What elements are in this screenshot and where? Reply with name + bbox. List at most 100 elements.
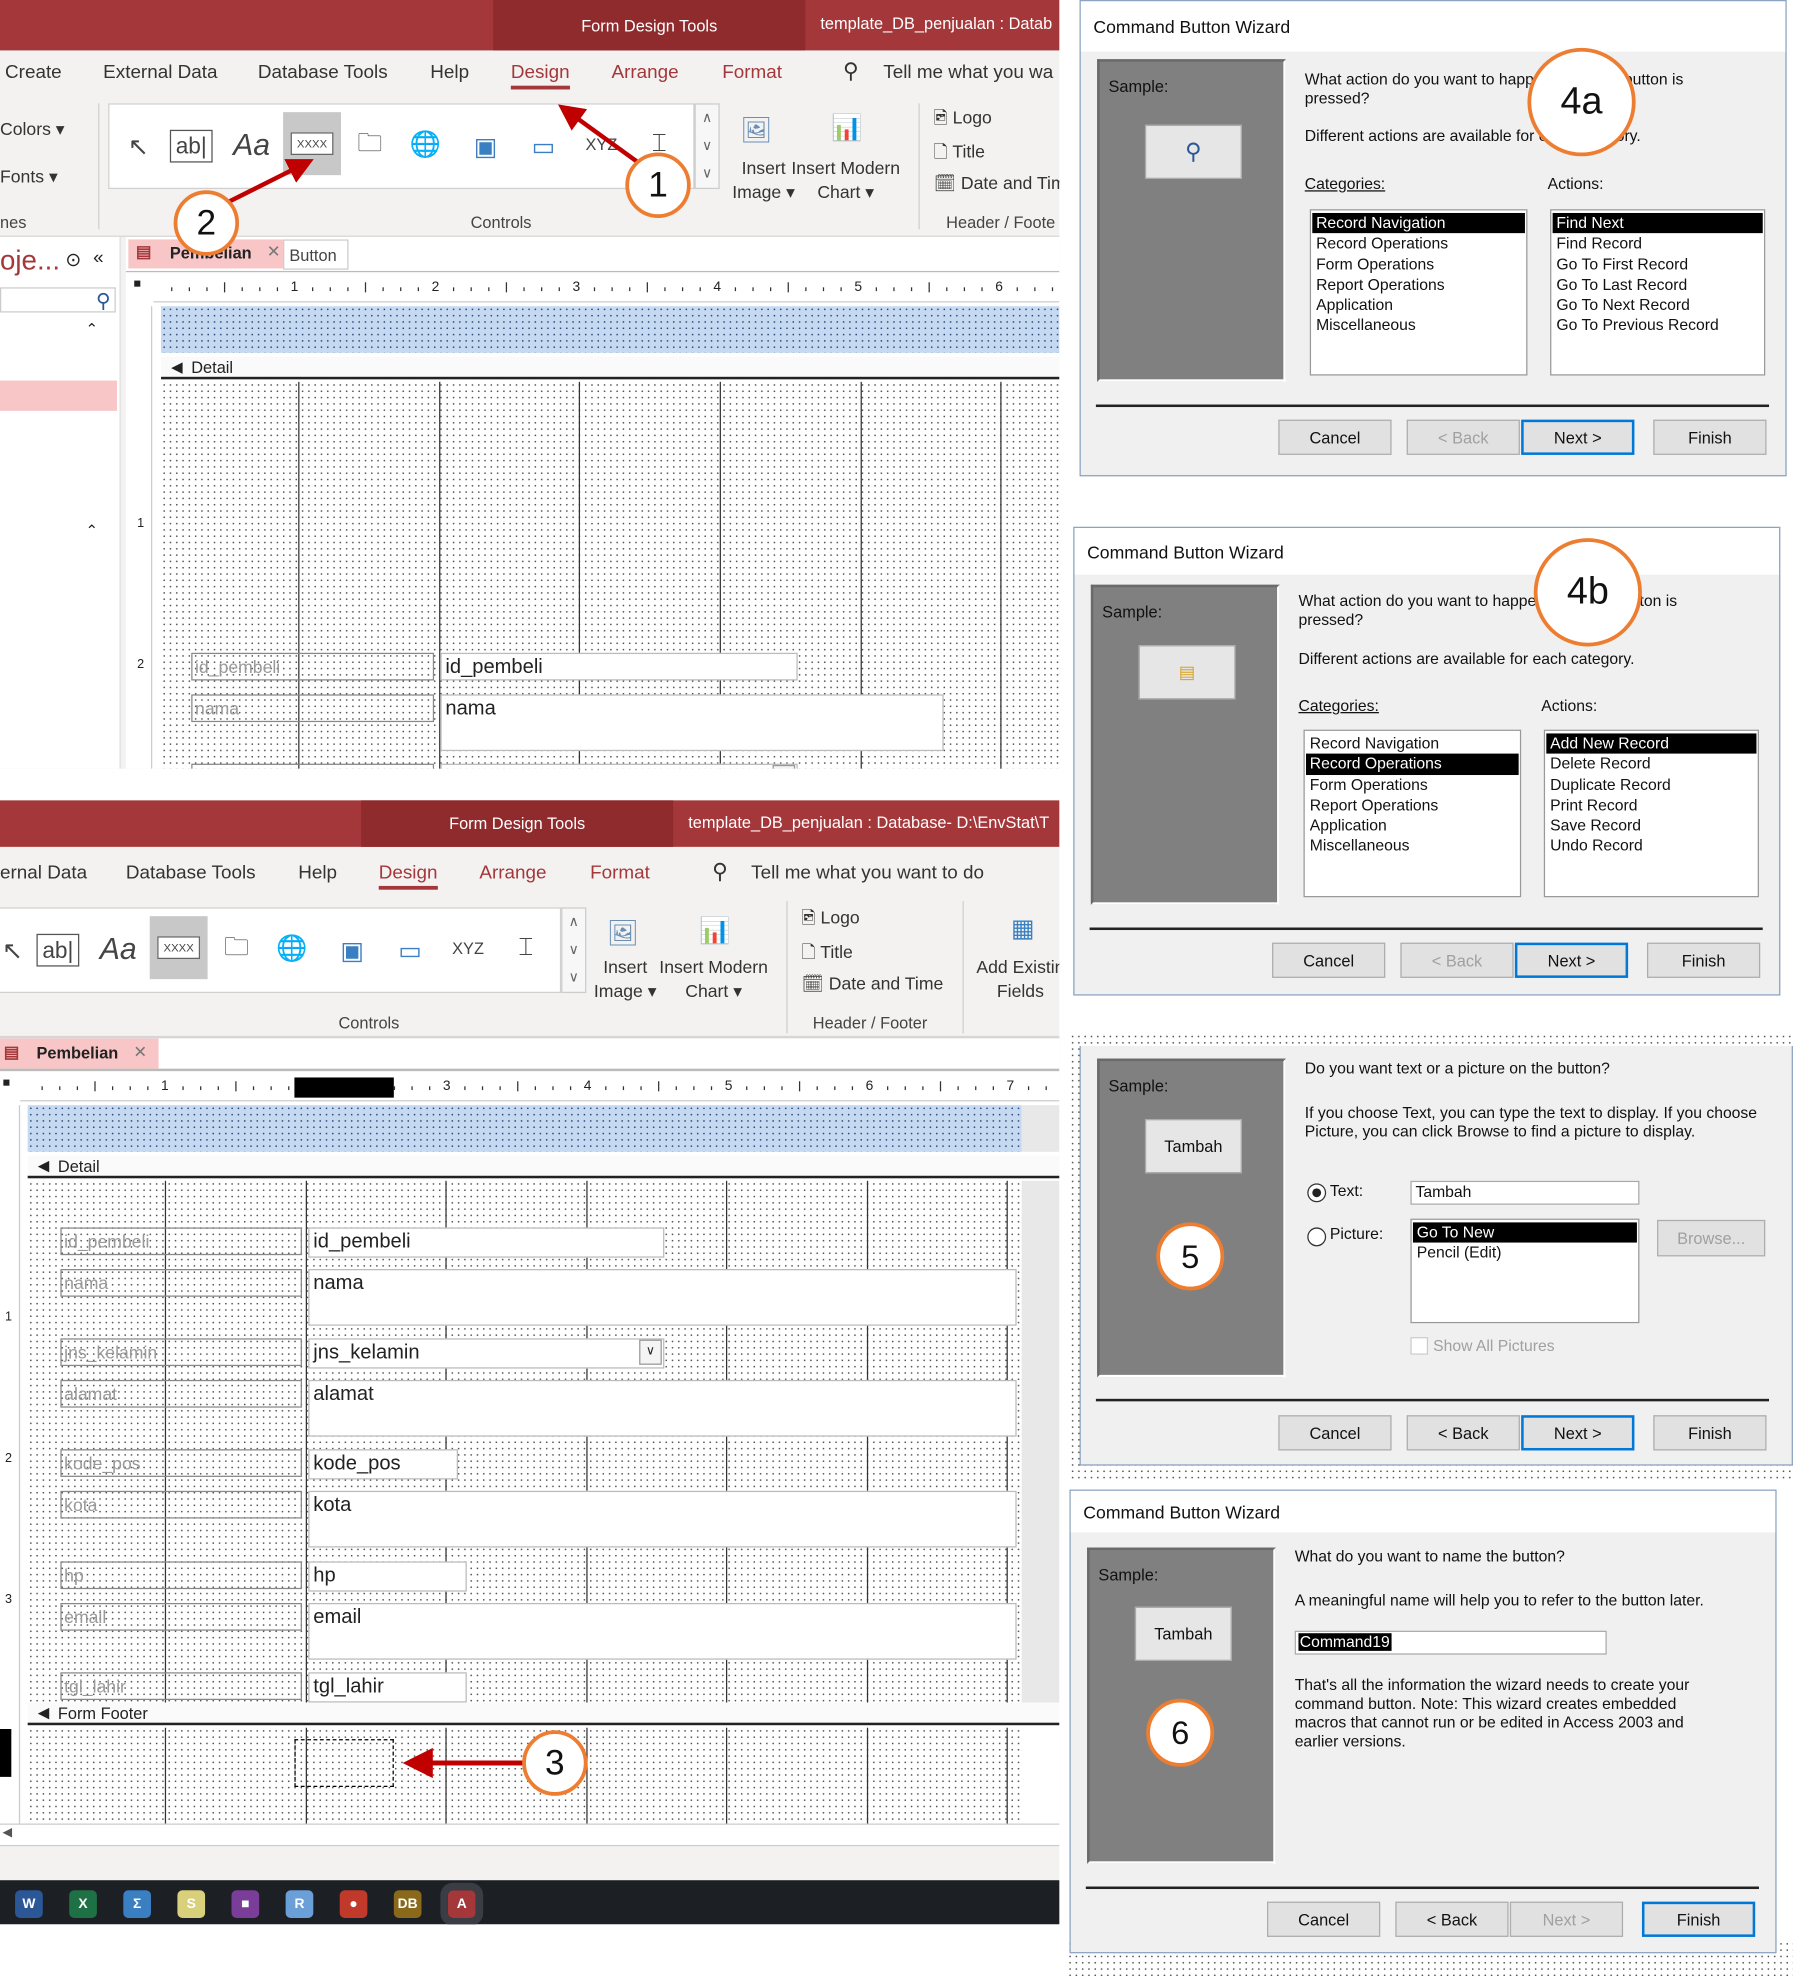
sample-panel: Sample: Tambah (1097, 1058, 1286, 1378)
wizard-help: If you choose Text, you can type the tex… (1304, 1103, 1758, 1141)
cancel-button[interactable]: Cancel (1278, 419, 1392, 455)
callout-4a: 4a (1527, 47, 1636, 157)
dialog-title: Command Button Wizard (1080, 1, 1786, 52)
back-button[interactable]: < Back (1395, 1901, 1509, 1937)
pictures-list[interactable]: Go To New Pencil (Edit) (1410, 1218, 1640, 1324)
sample-button: Tambah (1144, 1119, 1242, 1174)
cancel-button[interactable]: Cancel (1267, 1901, 1381, 1937)
callout-4b: 4b (1533, 538, 1642, 647)
list-item[interactable]: Record Navigation (1312, 212, 1525, 234)
list-item[interactable]: Record Navigation (1306, 733, 1519, 754)
divider (1085, 1886, 1759, 1890)
actions-list[interactable]: Add New Record Delete Record Duplicate Rec… (1543, 729, 1759, 898)
categories-list[interactable]: Record Navigation Record Operations Form O… (1303, 729, 1522, 898)
wizard-note: Different actions are available for each… (1298, 650, 1635, 668)
arrow-to-design-tab (557, 104, 638, 164)
categories-label: Categories: (1304, 175, 1386, 193)
dialog-title: Command Button Wizard (1074, 528, 1780, 575)
sample-label: Sample: (1098, 1565, 1159, 1585)
button-text-input[interactable]: Tambah (1410, 1180, 1640, 1205)
list-item[interactable]: Form Operations (1312, 254, 1525, 275)
arrows-overlay (228, 104, 638, 204)
wizard-dialog-step4a: Command Button Wizard Sample: ⚲ What act… (1079, 0, 1787, 477)
sample-panel: Sample: ▤ (1090, 584, 1280, 905)
list-item[interactable]: Application (1312, 295, 1525, 316)
sample-label: Sample: (1108, 76, 1169, 96)
list-item[interactable]: Go To New (1412, 1222, 1637, 1243)
list-item[interactable]: Delete Record (1546, 754, 1756, 775)
next-button[interactable]: Next > (1514, 942, 1629, 978)
arrow-to-button-control (228, 159, 314, 204)
actions-label: Actions: (1541, 696, 1598, 715)
button-name-input[interactable]: Command19 (1294, 1630, 1607, 1655)
cancel-button[interactable]: Cancel (1278, 1415, 1392, 1451)
list-item[interactable]: Report Operations (1312, 275, 1525, 296)
back-button[interactable]: < Back (1406, 419, 1520, 455)
wizard-note: Different actions are available for each… (1304, 127, 1641, 145)
access-window-step3: Form Design Tools template_DB_penjualan … (0, 800, 1060, 1925)
wizard-question: Do you want text or a picture on the but… (1304, 1059, 1610, 1078)
list-item[interactable]: Find Next (1552, 212, 1763, 234)
wizard-question: What do you want to name the button? (1294, 1547, 1565, 1566)
actions-label: Actions: (1547, 175, 1604, 193)
text-radio[interactable] (1307, 1183, 1327, 1203)
actions-list[interactable]: Find Next Find Record Go To First Record Go… (1550, 209, 1766, 376)
list-item[interactable]: Find Record (1553, 234, 1763, 255)
composite-tutorial-screenshot: Form Design Tools template_DB_penjualan … (0, 0, 1793, 1976)
wizard-question: What action do you want to happen when t… (1304, 70, 1684, 108)
sample-label: Sample: (1102, 602, 1163, 622)
picture-radio[interactable] (1307, 1227, 1327, 1247)
list-item[interactable]: Undo Record (1546, 836, 1756, 857)
categories-list[interactable]: Record Navigation Record Operations Form O… (1309, 209, 1528, 376)
cancel-button[interactable]: Cancel (1272, 942, 1386, 978)
picture-option-label: Picture: (1329, 1224, 1384, 1243)
access-window-step1-2: Form Design Tools template_DB_penjualan … (0, 0, 1060, 769)
list-item[interactable]: Miscellaneous (1312, 316, 1525, 337)
finish-button[interactable]: Finish (1653, 1415, 1767, 1451)
show-all-pictures-checkbox[interactable] (1410, 1337, 1429, 1355)
next-button[interactable]: Next > (1509, 1901, 1624, 1937)
list-item[interactable]: Go To First Record (1553, 254, 1763, 275)
list-item[interactable]: Add New Record (1546, 733, 1757, 754)
list-item[interactable]: Record Operations (1312, 234, 1525, 255)
finish-button[interactable]: Finish (1646, 942, 1761, 978)
list-item[interactable]: Go To Previous Record (1553, 316, 1763, 337)
sample-button-add-record-icon: ▤ (1138, 645, 1236, 700)
list-item[interactable]: Duplicate Record (1546, 775, 1756, 796)
list-item[interactable]: Print Record (1546, 795, 1756, 816)
dialog-title: Command Button Wizard (1070, 1490, 1776, 1533)
wizard-dialog-step4b: Command Button Wizard Sample: ▤ What act… (1073, 526, 1781, 996)
sample-label: Sample: (1108, 1076, 1169, 1096)
radio-dot (1312, 1188, 1322, 1198)
callout-2: 2 (173, 190, 240, 256)
divider (1095, 404, 1770, 408)
wizard-dialog-step5: Sample: Tambah 5 Do you want text or a p… (1079, 1045, 1793, 1466)
sample-button: Tambah (1134, 1606, 1232, 1661)
divider (1095, 1398, 1770, 1402)
list-item[interactable]: Pencil (Edit) (1413, 1243, 1637, 1264)
next-button[interactable]: Next > (1521, 419, 1635, 455)
list-item[interactable]: Record Operations (1306, 753, 1519, 775)
sample-button-find-icon: ⚲ (1144, 124, 1242, 179)
browse-button[interactable]: Browse... (1657, 1219, 1766, 1257)
list-item[interactable]: Application (1306, 816, 1519, 837)
finish-button[interactable]: Finish (1653, 419, 1767, 455)
list-item[interactable]: Form Operations (1306, 775, 1519, 796)
callout-1: 1 (625, 152, 691, 219)
callout-5: 5 (1156, 1222, 1225, 1291)
wizard-finish-text: That's all the information the wizard ne… (1294, 1676, 1690, 1751)
text-option-label: Text: (1329, 1182, 1364, 1200)
callout-3: 3 (522, 1730, 588, 1796)
next-button[interactable]: Next > (1521, 1415, 1635, 1451)
list-item[interactable]: Go To Next Record (1553, 295, 1763, 316)
back-button[interactable]: < Back (1400, 942, 1514, 978)
divider (1089, 927, 1763, 931)
list-item[interactable]: Miscellaneous (1306, 836, 1519, 857)
list-item[interactable]: Report Operations (1306, 795, 1519, 816)
finish-button[interactable]: Finish (1641, 1901, 1756, 1937)
callout-6: 6 (1146, 1698, 1215, 1767)
list-item[interactable]: Save Record (1546, 816, 1756, 837)
list-item[interactable]: Go To Last Record (1553, 275, 1763, 296)
back-button[interactable]: < Back (1406, 1415, 1520, 1451)
wizard-dialog-step6: Command Button Wizard Sample: Tambah 6 W… (1069, 1489, 1777, 1954)
